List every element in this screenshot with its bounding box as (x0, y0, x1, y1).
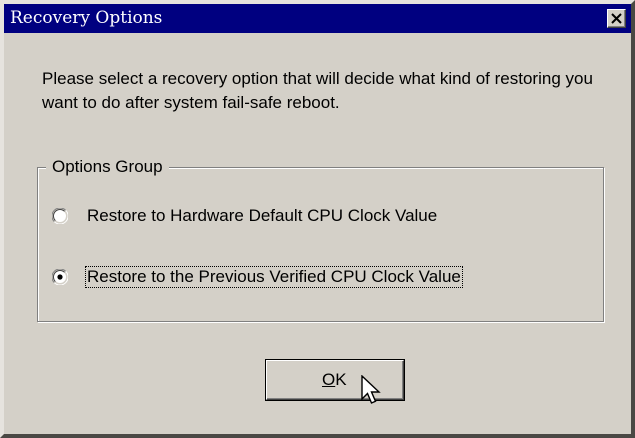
radio-button-unselected-icon[interactable] (52, 208, 68, 224)
radio-button-selected-icon[interactable] (52, 269, 68, 285)
ok-button-label: OK (322, 370, 347, 390)
ok-button-label-rest: K (335, 370, 347, 389)
recovery-options-dialog: Recovery Options Please select a recover… (0, 0, 635, 438)
options-group-box (37, 167, 604, 322)
instruction-text: Please select a recovery option that wil… (42, 69, 593, 112)
radio-label-previous-verified[interactable]: Restore to the Previous Verified CPU Clo… (85, 266, 463, 288)
close-button[interactable] (607, 9, 626, 28)
window-title: Recovery Options (10, 8, 163, 28)
options-group-label: Options Group (46, 157, 169, 177)
title-bar[interactable]: Recovery Options (4, 4, 631, 33)
radio-option-hardware-default[interactable]: Restore to Hardware Default CPU Clock Va… (52, 203, 438, 229)
ok-button-mnemonic: O (322, 370, 336, 389)
radio-label-hardware-default[interactable]: Restore to Hardware Default CPU Clock Va… (86, 206, 438, 226)
close-icon (611, 13, 622, 24)
arrow-cursor-icon (361, 375, 381, 404)
ok-button[interactable]: OK (266, 360, 404, 400)
radio-option-previous-verified[interactable]: Restore to the Previous Verified CPU Clo… (52, 264, 463, 290)
